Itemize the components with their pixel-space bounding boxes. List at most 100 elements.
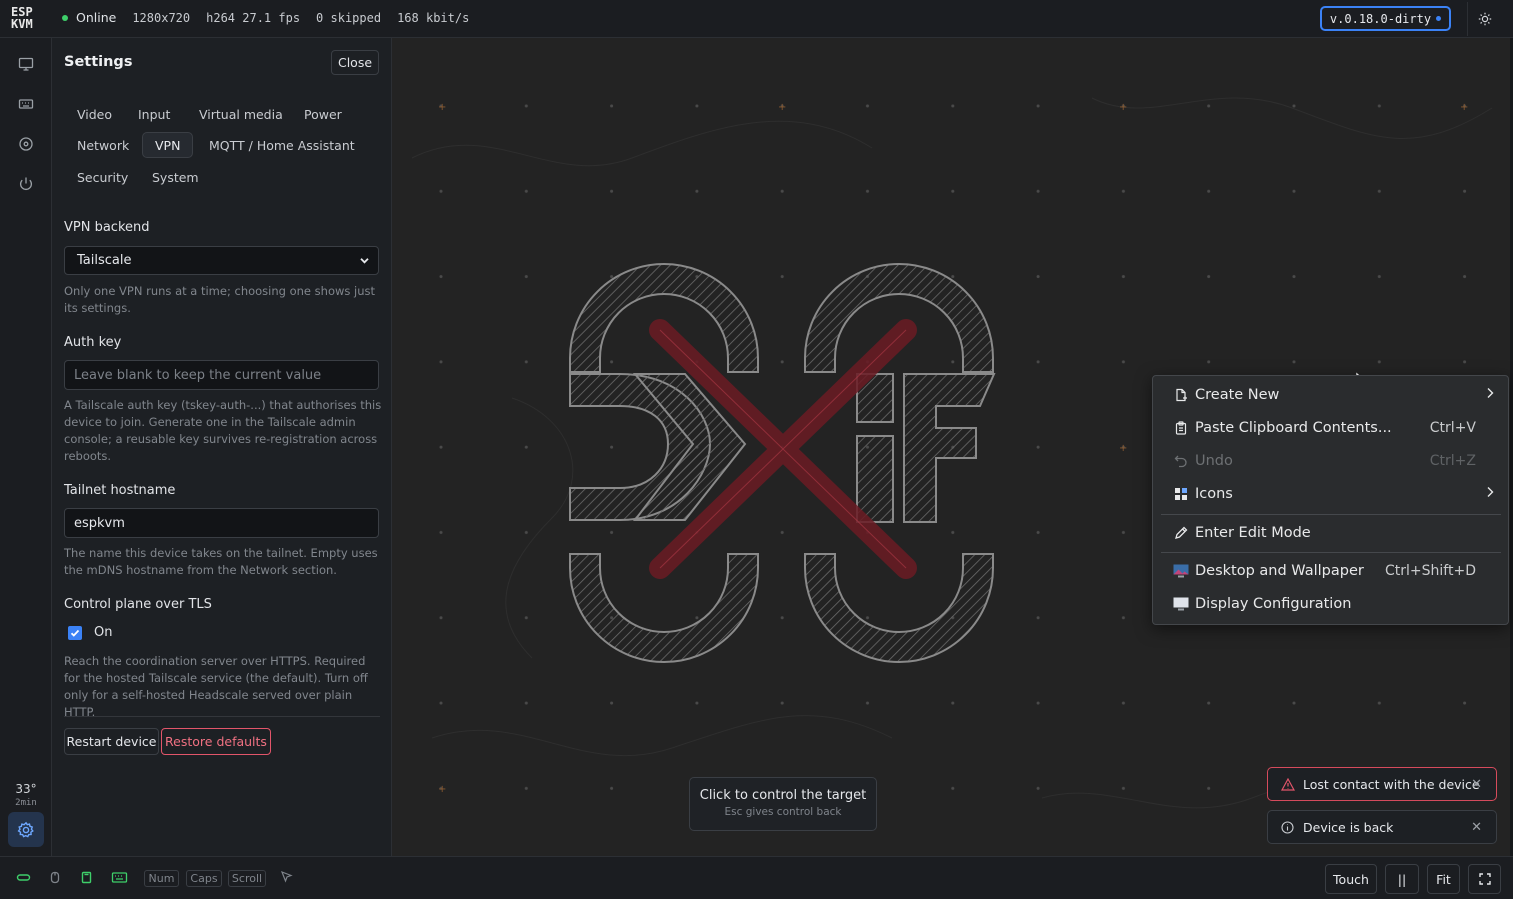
settings-panel: Settings Close Video Input Virtual media… bbox=[52, 38, 392, 856]
version-badge[interactable]: v.0.18.0-dirty bbox=[1320, 6, 1451, 31]
gear-icon bbox=[17, 821, 34, 838]
settings-title: Settings bbox=[64, 54, 133, 70]
chevron-right-icon bbox=[1486, 486, 1494, 502]
tls-checkbox[interactable] bbox=[68, 626, 82, 640]
codec-fps-readout: h264 27.1 fps bbox=[206, 10, 301, 25]
svg-text:+: + bbox=[778, 102, 786, 113]
menu-item-desktop-wallpaper[interactable]: Desktop and Wallpaper Ctrl+Shift+D bbox=[1153, 556, 1508, 586]
undo-icon bbox=[1173, 453, 1189, 469]
vpn-backend-select[interactable]: Tailscale bbox=[64, 246, 379, 275]
vpn-backend-help: Only one VPN runs at a time; choosing on… bbox=[64, 284, 376, 315]
temperature-readout: 33° 2min bbox=[0, 782, 52, 810]
scroll-lock-indicator: Scroll bbox=[228, 870, 266, 887]
bottom-bar: Num Caps Scroll Touch || Fit bbox=[0, 856, 1513, 899]
auth-key-help: A Tailscale auth key (tskey-auth-...) th… bbox=[64, 398, 382, 463]
new-file-icon bbox=[1173, 387, 1189, 403]
svg-text:+: + bbox=[1460, 102, 1468, 113]
toast-text: Device is back bbox=[1303, 819, 1394, 835]
version-label: v.0.18.0-dirty bbox=[1329, 11, 1432, 26]
theme-toggle-button[interactable] bbox=[1467, 2, 1501, 36]
tab-network[interactable]: Network bbox=[65, 132, 141, 158]
temperature-value: 33° bbox=[15, 782, 37, 796]
svg-text:+: + bbox=[438, 784, 446, 795]
close-icon[interactable]: ✕ bbox=[1471, 777, 1482, 792]
display-icon bbox=[1173, 596, 1189, 612]
tab-security[interactable]: Security bbox=[65, 164, 140, 190]
stream-status: Online 1280x720 h264 27.1 fps 0 skipped … bbox=[62, 10, 469, 25]
menu-item-label: Icons bbox=[1195, 486, 1233, 502]
tab-power[interactable]: Power bbox=[292, 101, 354, 127]
close-icon[interactable]: ✕ bbox=[1471, 820, 1482, 835]
uptime-value: 2min bbox=[15, 798, 37, 808]
storage-icon bbox=[80, 870, 93, 885]
desktop-context-menu: Create New Paste Clipboard Contents... C… bbox=[1152, 375, 1509, 625]
pause-button[interactable]: || bbox=[1385, 864, 1419, 894]
menu-item-label: Desktop and Wallpaper bbox=[1195, 563, 1364, 579]
chevron-right-icon bbox=[1486, 387, 1494, 403]
online-dot-icon bbox=[62, 14, 68, 21]
keyboard-icon[interactable] bbox=[14, 92, 38, 116]
menu-item-display-config[interactable]: Display Configuration bbox=[1153, 589, 1508, 619]
caps-lock-indicator: Caps bbox=[186, 870, 222, 887]
monitor-icon[interactable] bbox=[14, 52, 38, 76]
menu-item-label: Display Configuration bbox=[1195, 596, 1352, 612]
menu-item-paste[interactable]: Paste Clipboard Contents... Ctrl+V bbox=[1153, 413, 1508, 443]
hostname-input[interactable]: espkvm bbox=[64, 508, 379, 538]
chevron-down-icon bbox=[360, 258, 369, 264]
svg-text:+: + bbox=[1119, 102, 1127, 113]
hostname-label: Tailnet hostname bbox=[64, 483, 176, 498]
menu-item-create-new[interactable]: Create New bbox=[1153, 380, 1508, 410]
connection-status: Online bbox=[62, 10, 116, 25]
update-dot-icon bbox=[1436, 16, 1442, 21]
left-rail: 33° 2min bbox=[0, 38, 52, 856]
resolution-readout: 1280x720 bbox=[132, 10, 191, 25]
restart-device-button[interactable]: Restart device bbox=[64, 728, 159, 755]
control-tip-subtitle: Esc gives control back bbox=[724, 806, 842, 818]
pencil-icon bbox=[1173, 525, 1189, 541]
sun-icon bbox=[1478, 12, 1491, 26]
touch-button[interactable]: Touch bbox=[1325, 864, 1377, 894]
connection-status-label: Online bbox=[76, 10, 117, 25]
divider bbox=[64, 716, 380, 717]
disc-icon[interactable] bbox=[14, 132, 38, 156]
auth-key-label: Auth key bbox=[64, 335, 122, 350]
fit-button[interactable]: Fit bbox=[1427, 864, 1460, 894]
tab-virtual-media[interactable]: Virtual media bbox=[187, 101, 295, 127]
tab-system[interactable]: System bbox=[140, 164, 211, 190]
toast-device-back: Device is back ✕ bbox=[1267, 810, 1497, 844]
tab-video[interactable]: Video bbox=[65, 101, 124, 127]
control-target-tip[interactable]: Click to control the target Esc gives co… bbox=[689, 777, 877, 831]
toast-lost-contact: Lost contact with the device ✕ bbox=[1267, 767, 1497, 801]
settings-button[interactable] bbox=[8, 812, 44, 847]
skipped-readout: 0 skipped bbox=[316, 10, 382, 25]
tls-help: Reach the coordination server over HTTPS… bbox=[64, 654, 368, 719]
bitrate-readout: 168 kbit/s bbox=[397, 10, 470, 25]
info-icon bbox=[1281, 821, 1294, 837]
warning-icon bbox=[1280, 777, 1296, 794]
menu-separator bbox=[1161, 552, 1501, 553]
pointer-icon bbox=[280, 870, 293, 884]
grid-icon bbox=[1173, 486, 1189, 502]
menu-item-edit-mode[interactable]: Enter Edit Mode bbox=[1153, 518, 1508, 548]
fullscreen-button[interactable] bbox=[1468, 864, 1501, 894]
menu-item-undo[interactable]: Undo Ctrl+Z bbox=[1153, 446, 1508, 476]
fullscreen-icon bbox=[1478, 873, 1491, 885]
menu-item-icons[interactable]: Icons bbox=[1153, 479, 1508, 509]
svg-text:+: + bbox=[1119, 443, 1127, 454]
power-icon[interactable] bbox=[14, 172, 38, 196]
tls-checkbox-label: On bbox=[94, 625, 113, 640]
menu-item-shortcut: Ctrl+Shift+D bbox=[1385, 563, 1476, 579]
tab-mqtt[interactable]: MQTT / Home Assistant bbox=[197, 132, 367, 158]
ethernet-icon bbox=[16, 870, 31, 885]
svg-text:+: + bbox=[438, 102, 446, 113]
espkvm-logo: ESP KVM bbox=[11, 6, 47, 32]
close-button[interactable]: Close bbox=[331, 50, 379, 75]
toast-text: Lost contact with the device bbox=[1303, 776, 1480, 792]
vpn-backend-value: Tailscale bbox=[77, 253, 132, 268]
tab-vpn[interactable]: VPN bbox=[142, 132, 194, 158]
menu-item-label: Undo bbox=[1195, 453, 1233, 469]
wallpaper-icon bbox=[1173, 563, 1189, 579]
restore-defaults-button[interactable]: Restore defaults bbox=[161, 728, 271, 755]
auth-key-input[interactable]: Leave blank to keep the current value bbox=[64, 360, 379, 390]
tab-input[interactable]: Input bbox=[126, 101, 182, 127]
